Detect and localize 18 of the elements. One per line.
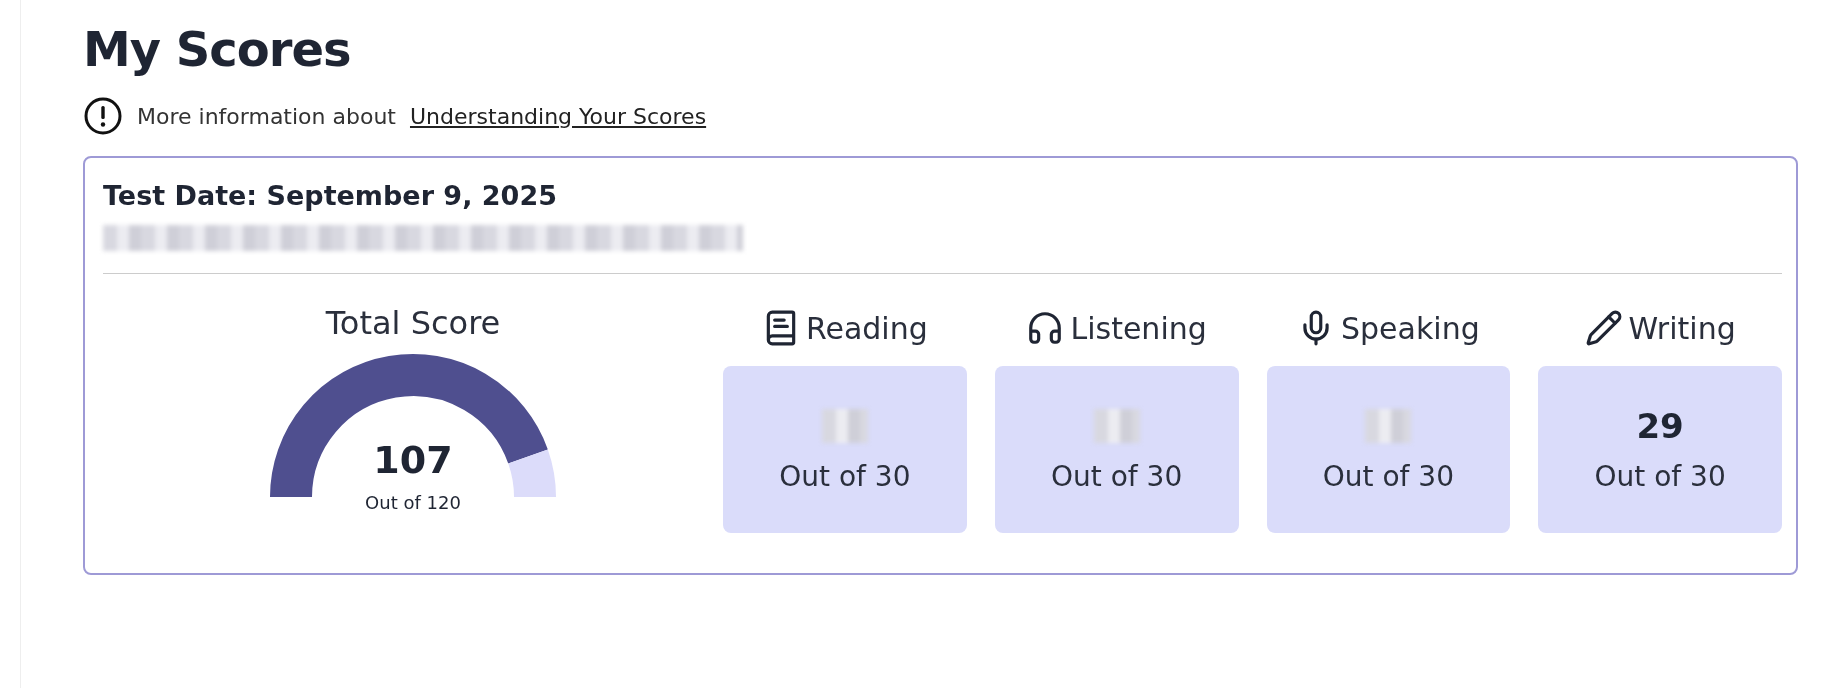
understanding-scores-link[interactable]: Understanding Your Scores — [410, 103, 707, 129]
page-title: My Scores — [83, 20, 352, 79]
section-max: Out of 30 — [1322, 460, 1454, 493]
section-max: Out of 30 — [1594, 460, 1726, 493]
section-name: Reading — [806, 310, 928, 346]
section-max: Out of 30 — [1051, 460, 1183, 493]
test-date: Test Date: September 9, 2025 — [103, 180, 558, 211]
total-score-value: 107 — [372, 438, 454, 482]
section-score: 29 — [1636, 406, 1684, 446]
section-max: Out of 30 — [779, 460, 911, 493]
total-score-label: Total Score — [325, 304, 501, 342]
section-name: Speaking — [1341, 310, 1480, 346]
section-name: Writing — [1628, 310, 1736, 346]
section-name: Listening — [1070, 310, 1207, 346]
pencil-icon — [1584, 309, 1623, 347]
alert-icon — [83, 96, 123, 136]
info-text: More information about — [137, 103, 396, 129]
total-score-max: Out of 120 — [364, 492, 462, 513]
